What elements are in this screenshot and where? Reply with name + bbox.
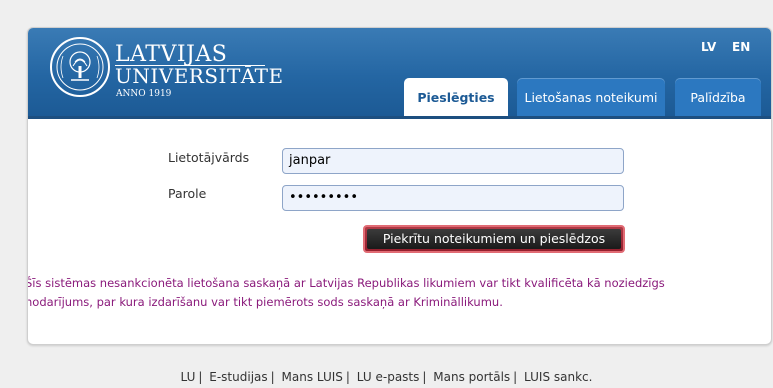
agree-and-login-button-label: Piekrītu noteikumiem un pieslēdzos xyxy=(367,229,621,249)
tab-help[interactable]: Palīdzība xyxy=(675,78,761,116)
footer-link-mans-luis[interactable]: Mans LUIS xyxy=(282,370,343,384)
footer-link-lu[interactable]: LU xyxy=(181,370,196,384)
footer-separator: | xyxy=(422,370,427,384)
footer-separator: | xyxy=(345,370,350,384)
language-lv-link[interactable]: LV xyxy=(701,40,716,54)
tab-terms[interactable]: Lietošanas noteikumi xyxy=(517,78,665,116)
tab-login[interactable]: Pieslēgties xyxy=(404,78,508,116)
password-input[interactable]: ••••••••• xyxy=(282,185,624,211)
username-label: Lietotājvārds xyxy=(168,150,250,165)
footer-link-mans-portals[interactable]: Mans portāls xyxy=(433,370,510,384)
login-card: LATVIJAS UNIVERSITĀTE ANNO 1919 LV EN Pi… xyxy=(27,27,772,345)
university-seal-icon xyxy=(50,37,110,97)
username-input[interactable]: janpar xyxy=(282,148,624,174)
legal-warning-text: Šīs sistēmas nesankcionēta lietošana sas… xyxy=(27,276,665,309)
password-label: Parole xyxy=(168,186,207,201)
footer-link-luis-sankc[interactable]: LUIS sankc. xyxy=(524,370,592,384)
brand-name-line1: LATVIJAS xyxy=(115,42,228,67)
footer-link-lu-epasts[interactable]: LU e-pasts xyxy=(357,370,420,384)
footer-separator: | xyxy=(198,370,203,384)
language-en-link[interactable]: EN xyxy=(732,40,750,54)
footer-separator: | xyxy=(513,370,518,384)
agree-and-login-button[interactable]: Piekrītu noteikumiem un pieslēdzos xyxy=(363,225,625,253)
footer-links: LU | E-studijas | Mans LUIS | LU e-pasts | M… xyxy=(0,370,773,384)
footer-separator: | xyxy=(270,370,275,384)
header-bar: LATVIJAS UNIVERSITĀTE ANNO 1919 LV EN Pi… xyxy=(28,28,771,119)
footer-link-estudijas[interactable]: E-studijas xyxy=(209,370,267,384)
brand-name-line2: UNIVERSITĀTE xyxy=(115,64,284,88)
brand-founded: ANNO 1919 xyxy=(116,89,172,99)
